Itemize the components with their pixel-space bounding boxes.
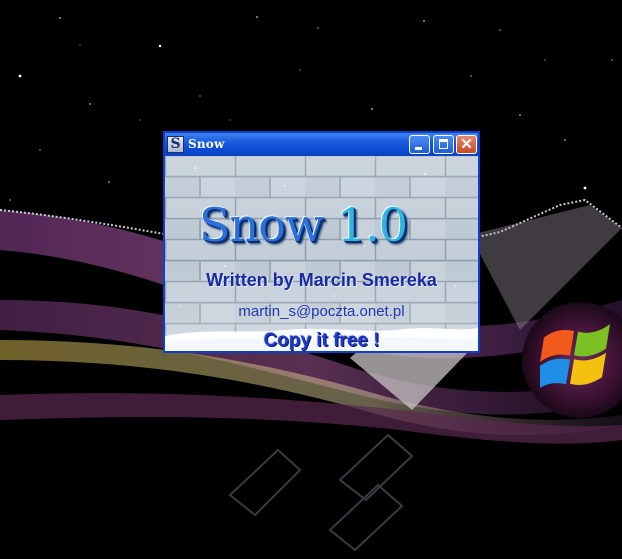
minimize-button[interactable] bbox=[409, 135, 430, 154]
minimize-icon bbox=[415, 147, 422, 150]
snow-about-window: S Snow ✕ Snow 1.0 Written by Marcin Smer… bbox=[163, 131, 480, 353]
logo-version: 1.0 bbox=[336, 198, 408, 252]
close-button[interactable]: ✕ bbox=[456, 135, 477, 154]
windows-logo-icon[interactable] bbox=[540, 322, 622, 402]
brick-wall-background bbox=[165, 156, 478, 351]
app-icon[interactable]: S bbox=[167, 136, 184, 153]
maximize-icon bbox=[439, 139, 448, 149]
app-logo: Snow 1.0 bbox=[199, 200, 449, 250]
author-credit: Written by Marcin Smereka bbox=[206, 270, 437, 290]
close-icon: ✕ bbox=[460, 136, 473, 153]
window-title: Snow bbox=[188, 137, 225, 151]
title-bar[interactable]: S Snow ✕ bbox=[165, 133, 478, 156]
maximize-button[interactable] bbox=[433, 135, 454, 154]
about-panel: Snow 1.0 Written by Marcin Smereka marti… bbox=[165, 156, 478, 351]
license-slogan: Copy it free ! bbox=[263, 330, 380, 351]
desktop: S Snow ✕ Snow 1.0 Written by Marcin Smer… bbox=[0, 0, 622, 559]
author-email: martin_s@poczta.onet.pl bbox=[238, 303, 405, 320]
logo-name: Snow bbox=[199, 198, 324, 252]
